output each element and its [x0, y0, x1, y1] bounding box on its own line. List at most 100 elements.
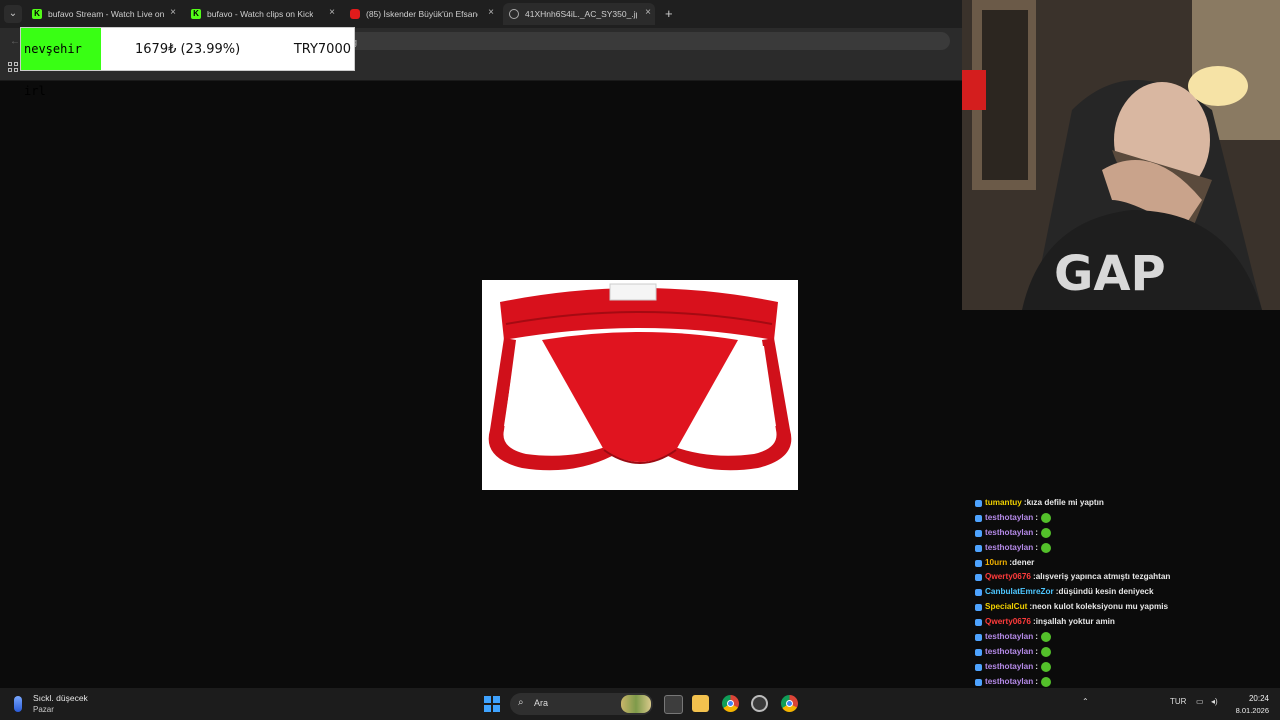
clock-time[interactable]: 20:24	[1233, 694, 1269, 703]
user-badges	[975, 544, 982, 552]
chat-text: alışveriş yapınca atmıştı tezgahtan	[1035, 572, 1171, 582]
language-indicator[interactable]: TUR	[1170, 697, 1186, 706]
apps-grid-icon[interactable]	[8, 62, 18, 72]
chat-username[interactable]: CanbulatEmreZor	[985, 585, 1054, 600]
close-tab-icon[interactable]: ×	[329, 7, 335, 18]
chat-panel: tumantuy : kıza defile mi yaptın testhota…	[975, 484, 1275, 720]
chat-separator: :	[1035, 542, 1038, 552]
chat-message: Qwerty0676 : inşallah yoktur amin	[975, 615, 1275, 630]
globe-icon	[509, 9, 519, 19]
user-badge-icon	[975, 663, 982, 671]
tab-image[interactable]: 41XHnh6S4iL._AC_SY350_.jpg ( ×	[503, 3, 655, 25]
donation-goal-overlay: nevşehir irl 1679₺ (23.99%) TRY7000	[20, 27, 355, 98]
chat-username[interactable]: testhotaylan	[985, 526, 1033, 541]
chat-message: testhotaylan :	[975, 630, 1275, 645]
close-tab-icon[interactable]: ×	[488, 7, 494, 18]
tray-chevron-icon[interactable]: ⌃	[1082, 697, 1089, 706]
chat-message: Qwerty0676 : alışveriş yapınca atmıştı t…	[975, 570, 1275, 585]
user-badges	[975, 633, 982, 641]
chat-text: dener	[1012, 557, 1035, 567]
user-badges	[975, 604, 982, 612]
overlay-city-label: nevşehir irl	[21, 28, 101, 98]
kick-icon: K	[32, 9, 42, 19]
chat-separator: :	[1035, 632, 1038, 642]
chat-username[interactable]: 10urn	[985, 556, 1007, 571]
search-label: Ara	[534, 698, 549, 708]
chat-emote-icon	[1040, 632, 1051, 643]
user-badges	[975, 529, 982, 537]
chat-username[interactable]: SpecialCut	[985, 600, 1027, 615]
weather-title[interactable]: Sıckl. düşecek	[33, 693, 88, 703]
chat-text: neon kulot koleksiyonu mu yapmis	[1032, 602, 1169, 612]
chat-username[interactable]: Qwerty0676	[985, 570, 1031, 585]
user-badge-icon	[975, 574, 982, 582]
webcam-feed: GAP	[962, 0, 1280, 310]
clock-date[interactable]: 8.01.2026	[1222, 706, 1269, 715]
chat-separator: :	[1035, 527, 1038, 537]
user-badge-icon	[975, 678, 982, 686]
chat-username[interactable]: tumantuy	[985, 496, 1022, 511]
weather-subtitle: Pazar	[33, 705, 54, 714]
user-badge-icon	[975, 619, 982, 627]
back-arrow-icon[interactable]: ←	[10, 36, 20, 47]
user-badges	[975, 574, 982, 582]
user-badge-icon	[975, 633, 982, 641]
user-badge-icon	[975, 604, 982, 612]
chrome-icon[interactable]	[722, 695, 739, 712]
chat-username[interactable]: testhotaylan	[985, 630, 1033, 645]
chat-message: testhotaylan :	[975, 541, 1275, 556]
tab-search-chevron-icon[interactable]: ⌄	[4, 5, 22, 23]
user-badges	[975, 514, 982, 522]
tab-title: 41XHnh6S4iL._AC_SY350_.jpg (	[525, 9, 637, 19]
volume-icon[interactable]: ◂)	[1211, 697, 1218, 706]
user-badge-icon	[975, 559, 982, 567]
chat-text: kıza defile mi yaptın	[1026, 498, 1104, 507]
tab-title: bufavo Stream - Watch Live on	[48, 9, 165, 19]
user-badges	[975, 499, 982, 507]
tab-kick-stream[interactable]: K bufavo Stream - Watch Live on ×	[32, 3, 176, 25]
close-tab-icon[interactable]: ×	[170, 7, 176, 18]
chat-emote-icon	[1040, 647, 1051, 658]
obs-icon[interactable]	[751, 695, 768, 712]
chat-message: CanbulatEmreZor : düşündü kesin deniyeck	[975, 585, 1275, 600]
close-tab-icon[interactable]: ×	[645, 7, 651, 18]
tab-title: bufavo - Watch clips on Kick	[207, 9, 314, 19]
chat-username[interactable]: Qwerty0676	[985, 615, 1031, 630]
network-icon[interactable]: ▭	[1196, 697, 1204, 706]
user-badges	[975, 619, 982, 627]
chat-emote-icon	[1040, 513, 1051, 524]
kick-icon: K	[191, 9, 201, 19]
user-badge-icon	[975, 514, 982, 522]
chat-username[interactable]: testhotaylan	[985, 511, 1033, 526]
chat-username[interactable]: testhotaylan	[985, 541, 1033, 556]
chat-message: tumantuy : kıza defile mi yaptın	[975, 496, 1275, 511]
svg-text:GAP: GAP	[1054, 246, 1166, 302]
windows-start-icon[interactable]	[484, 696, 500, 712]
overlay-goal-amount: TRY7000	[293, 41, 351, 57]
user-badge-icon	[975, 529, 982, 537]
user-badges	[975, 559, 982, 567]
chat-username[interactable]: testhotaylan	[985, 645, 1033, 660]
chat-message: testhotaylan :	[975, 660, 1275, 675]
chrome-profile-icon[interactable]	[781, 695, 798, 712]
chat-separator: :	[1035, 661, 1038, 671]
user-badge-icon	[975, 589, 982, 597]
task-view-icon[interactable]	[664, 695, 683, 714]
user-badge-icon	[975, 648, 982, 656]
chat-emote-icon	[1040, 543, 1051, 554]
chat-message: testhotaylan :	[975, 526, 1275, 541]
overlay-raised-amount: 1679₺ (23.99%)	[135, 41, 241, 57]
tab-youtube[interactable]: (85) İskender Büyük'ün Efsane ×	[350, 3, 494, 25]
chat-emote-icon	[1040, 528, 1051, 539]
user-badges	[975, 678, 982, 686]
tab-kick-clips[interactable]: K bufavo - Watch clips on Kick ×	[191, 3, 335, 25]
thermometer-icon[interactable]	[14, 696, 22, 712]
taskbar-search[interactable]: ⌕ Ara	[510, 693, 653, 715]
tab-strip: ⌄ K bufavo Stream - Watch Live on × K bu…	[0, 0, 962, 28]
file-explorer-icon[interactable]	[692, 695, 709, 712]
chat-emote-icon	[1040, 677, 1051, 688]
chat-separator: :	[1035, 512, 1038, 522]
chat-separator: :	[1035, 646, 1038, 656]
new-tab-button[interactable]: +	[665, 6, 673, 21]
chat-username[interactable]: testhotaylan	[985, 660, 1033, 675]
